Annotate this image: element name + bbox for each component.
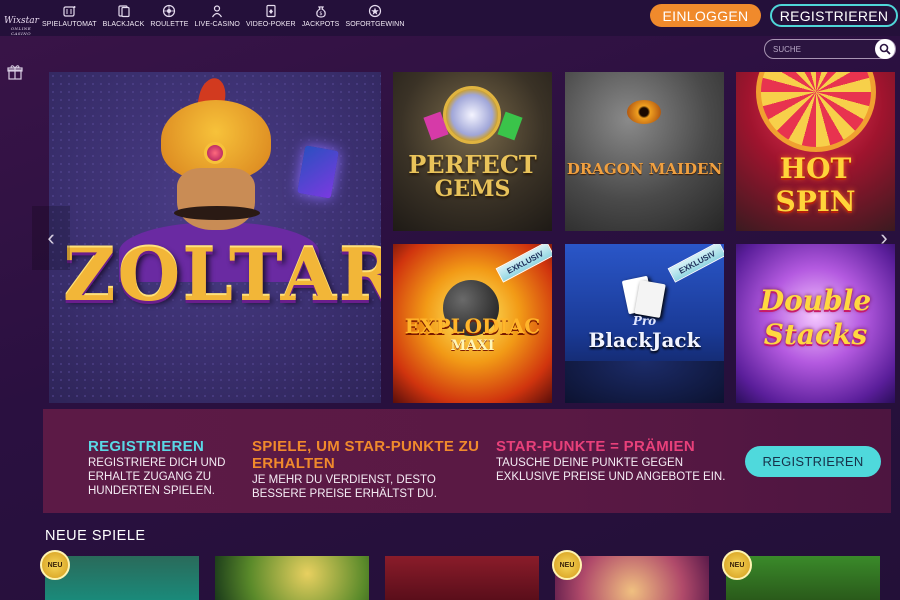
- game-title-line1: Pro: [632, 314, 657, 328]
- cards-icon: [117, 5, 130, 18]
- nav-label: VIDEO-POKER: [245, 21, 296, 28]
- nav-label: ROULETTE: [150, 21, 189, 28]
- new-badge: NEU: [40, 550, 70, 580]
- svg-text:$: $: [319, 11, 322, 17]
- hero-gem: [204, 142, 226, 164]
- nav-label: LIVE-CASINO: [194, 21, 240, 28]
- search-input[interactable]: [773, 42, 873, 57]
- game-wheel-art: [756, 72, 876, 152]
- promo-rewards: STAR-PUNKTE = PRÄMIEN TAUSCHE DEINE PUNK…: [496, 438, 736, 484]
- new-badge: NEU: [552, 550, 582, 580]
- search-button[interactable]: [875, 39, 895, 59]
- game-title-line1: HOT SPIN: [775, 152, 856, 218]
- game-tile-dragon-maiden[interactable]: DRAGON MAIDEN: [565, 72, 724, 231]
- nav-item-video-poker[interactable]: VIDEO-POKER: [246, 4, 296, 28]
- top-bar: Wixstar ONLINE CASINO SPIELAUTOMAT BLACK…: [0, 0, 900, 36]
- promo-register: REGISTRIEREN REGISTRIERE DICH UND ERHALT…: [88, 438, 238, 498]
- game-title-part1: DRAGON: [566, 160, 644, 178]
- login-button[interactable]: EINLOGGEN: [650, 4, 761, 27]
- game-tile-explodiac[interactable]: EXPLODIAC MAXI EXKLUSIV: [393, 244, 552, 403]
- nav-item-sofortgewinn[interactable]: SOFORTGEWINN: [345, 4, 404, 28]
- promo-text: JE MEHR DU VERDIENST, DESTO BESSERE PREI…: [252, 474, 437, 500]
- nav-label: SOFORTGEWINN: [345, 21, 405, 28]
- promo-earn-points: SPIELE, UM STAR-PUNKTE ZU ERHALTEN JE ME…: [252, 438, 480, 501]
- new-badge: NEU: [722, 550, 752, 580]
- game-title-line2: BlackJack: [588, 328, 701, 352]
- nav-label: SPIELAUTOMAT: [42, 21, 97, 28]
- chevron-left-icon: ‹: [47, 225, 55, 250]
- hero-moustache: [174, 206, 260, 220]
- nav-item-live-casino[interactable]: LIVE-CASINO: [195, 4, 240, 28]
- game-gem-art: [443, 86, 501, 144]
- promo-register-button[interactable]: REGISTRIEREN: [745, 446, 881, 477]
- game-title-line1: Double: [759, 284, 872, 317]
- gift-icon[interactable]: [7, 64, 23, 80]
- logo[interactable]: Wixstar ONLINE CASINO: [4, 16, 39, 36]
- nav-label: BLACKJACK: [102, 21, 145, 28]
- game-title-part2: MAIDEN: [648, 160, 723, 178]
- game-title-line2: GEMS: [434, 176, 511, 202]
- section-title-new-games: NEUE SPIELE: [45, 528, 146, 544]
- promo-heading: REGISTRIEREN: [88, 438, 205, 455]
- game-title-line1: DRAGON MAIDEN: [565, 160, 724, 178]
- money-bag-icon: $: [315, 6, 326, 18]
- game-title-line2: MAXI: [450, 338, 495, 354]
- register-button[interactable]: REGISTRIEREN: [770, 4, 898, 27]
- game-dragon-eye: [627, 100, 661, 124]
- slot-machine-icon: [63, 6, 76, 17]
- game-title-line1: EXPLODIAC: [404, 314, 541, 338]
- hero-banner-zoltar[interactable]: ZOLTAR: [49, 72, 381, 403]
- game-table-edge: [565, 361, 724, 403]
- exclusive-badge: EXKLUSIV: [667, 244, 724, 283]
- new-game-thumb[interactable]: [385, 556, 539, 600]
- hero-title: ZOLTAR: [63, 232, 381, 317]
- game-tile-double-stacks[interactable]: Double Stacks: [736, 244, 895, 403]
- nav-item-roulette[interactable]: ROULETTE: [150, 4, 188, 28]
- main-nav: SPIELAUTOMAT BLACKJACK ROULETTE LIVE-CAS…: [42, 4, 404, 28]
- poker-card-icon: [266, 4, 276, 18]
- game-gem-green: [497, 111, 523, 141]
- logo-tagline: ONLINE CASINO: [10, 26, 32, 36]
- hero-face: [177, 168, 255, 230]
- promo-banner: REGISTRIEREN REGISTRIERE DICH UND ERHALT…: [43, 409, 891, 513]
- promo-heading: SPIELE, UM STAR-PUNKTE ZU ERHALTEN: [252, 438, 480, 472]
- instant-win-icon: [368, 4, 382, 18]
- promo-text: REGISTRIERE DICH UND ERHALTE ZUGANG ZU H…: [88, 457, 226, 497]
- nav-label: JACKPOTS: [301, 21, 340, 28]
- exclusive-badge: EXKLUSIV: [495, 244, 552, 283]
- nav-item-jackpots[interactable]: $ JACKPOTS: [302, 4, 340, 28]
- promo-heading: STAR-PUNKTE = PRÄMIEN: [496, 438, 695, 455]
- search-box: [764, 39, 896, 59]
- nav-item-blackjack[interactable]: BLACKJACK: [103, 4, 145, 28]
- promo-text: TAUSCHE DEINE PUNKTE GEGEN EXKLUSIVE PRE…: [496, 457, 726, 483]
- game-tile-perfect-gems[interactable]: PERFECT GEMS: [393, 72, 552, 231]
- game-card-art-2: [634, 280, 666, 318]
- dealer-icon: [212, 5, 223, 18]
- game-title-line2: Stacks: [763, 318, 868, 351]
- new-game-thumb[interactable]: [215, 556, 369, 600]
- game-tile-hot-spin[interactable]: HOT SPIN: [736, 72, 895, 231]
- carousel-prev-button[interactable]: ‹: [32, 206, 70, 270]
- logo-name: Wixstar: [4, 16, 39, 26]
- roulette-icon: [163, 4, 176, 18]
- nav-item-spielautomat[interactable]: SPIELAUTOMAT: [42, 4, 97, 28]
- search-icon: [879, 43, 891, 55]
- game-tile-pro-blackjack[interactable]: Pro BlackJack EXKLUSIV: [565, 244, 724, 403]
- game-title-line1: PERFECT: [408, 150, 537, 179]
